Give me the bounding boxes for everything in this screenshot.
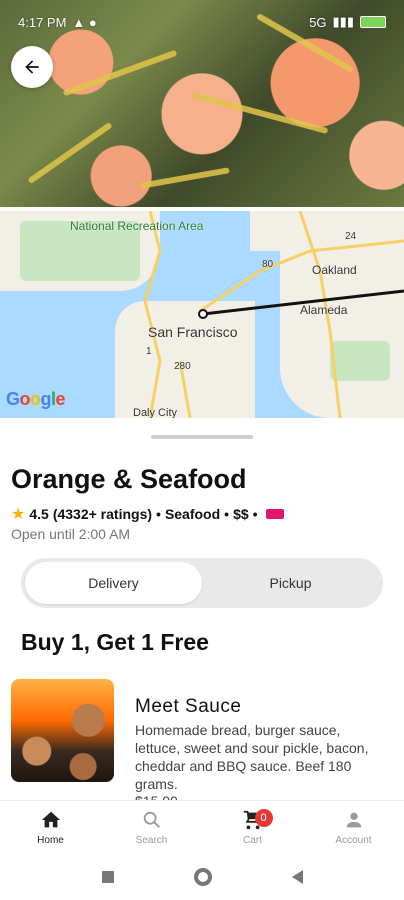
tab-search-label: Search	[135, 835, 168, 846]
arrow-left-icon	[25, 60, 39, 74]
map-label-daly-city: Daly City	[133, 407, 178, 418]
star-icon: ★	[11, 506, 26, 523]
bottom-navigation: Home Search 0 Cart Account	[0, 800, 404, 854]
map-label-hw280: 280	[174, 361, 191, 372]
price-level: $$	[233, 506, 249, 522]
cart-count-badge: 0	[254, 809, 273, 827]
menu-item[interactable]: Meet Sauce Homemade bread, burger sauce,…	[11, 679, 391, 809]
back-button[interactable]	[11, 46, 53, 88]
system-navigation-bar	[0, 854, 404, 900]
restaurant-detail-sheet: Orange & Seafood ★ 4.5 (4332+ ratings) •…	[0, 424, 404, 809]
map-label-san-francisco: San Francisco	[148, 324, 238, 340]
tab-cart-label: Cart	[243, 835, 262, 846]
meta-separator: •	[252, 506, 258, 522]
opening-hours: Open until 2:00 AM	[11, 526, 131, 542]
signal-icon: ▮▮▮	[332, 14, 354, 29]
map-label-alameda: Alameda	[300, 303, 348, 317]
home-system-button[interactable]	[193, 868, 212, 886]
pickup-option[interactable]: Pickup	[202, 562, 379, 604]
status-time: 4:17 PM	[18, 14, 67, 30]
recent-apps-button[interactable]	[101, 871, 114, 883]
search-icon	[143, 811, 160, 828]
ratings-count: (4332+ ratings)	[52, 506, 153, 522]
map-label-oakland: Oakland	[312, 263, 357, 277]
cuisine-label: Seafood	[164, 506, 221, 522]
back-system-button[interactable]	[291, 870, 303, 884]
map-label-hw24: 24	[345, 231, 357, 242]
google-logo: Google	[6, 389, 66, 409]
menu-item-name: Meet Sauce	[135, 696, 242, 717]
menu-item-description: Homemade bread, burger sauce, lettuce, s…	[135, 722, 369, 792]
home-icon	[41, 811, 60, 828]
rating-value: 4.5	[29, 506, 49, 522]
order-mode-toggle: Delivery Pickup	[21, 558, 383, 608]
map-label-hw1: 1	[146, 346, 152, 357]
map-label-recreation: National Recreation Area	[70, 219, 204, 233]
account-icon	[346, 812, 361, 828]
menu-item-image	[11, 679, 114, 782]
ticket-icon	[265, 509, 284, 519]
sheet-drag-handle[interactable]	[151, 435, 253, 439]
tab-home[interactable]: Home	[0, 801, 101, 854]
network-indicator: 5G	[309, 14, 327, 30]
restaurant-meta: ★ 4.5 (4332+ ratings) • Seafood • $$ •	[11, 504, 284, 524]
battery-icon	[360, 16, 386, 28]
delivery-option[interactable]: Delivery	[25, 562, 202, 604]
map-label-hw80: 80	[262, 259, 274, 270]
restaurant-name: Orange & Seafood	[11, 464, 247, 494]
restaurant-hero-image: 4:17 PM ▲ ● 5G ▮▮▮	[0, 0, 404, 207]
promo-section-title: Buy 1, Get 1 Free	[21, 629, 209, 655]
meta-separator: •	[156, 506, 161, 522]
location-map[interactable]: National Recreation Area Oakland Alameda…	[0, 211, 404, 418]
tab-account-label: Account	[335, 835, 372, 846]
status-bar: 4:17 PM ▲ ● 5G ▮▮▮	[0, 0, 404, 44]
meta-separator: •	[224, 506, 230, 522]
notification-icon: ▲ ●	[72, 14, 97, 30]
tab-search[interactable]: Search	[101, 801, 202, 854]
tab-cart[interactable]: 0 Cart	[202, 801, 303, 854]
tab-account[interactable]: Account	[303, 801, 404, 854]
tab-home-label: Home	[37, 835, 64, 846]
